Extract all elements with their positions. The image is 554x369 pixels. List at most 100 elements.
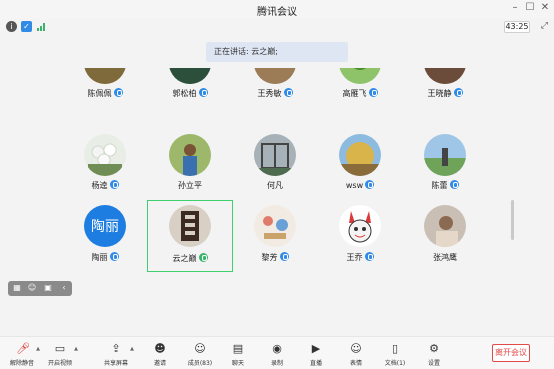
participant-tile[interactable]: 陶丽 陶丽 <box>62 202 148 270</box>
participant-name: 王秀敏 <box>232 88 318 99</box>
live-button[interactable]: ▶ 直播 <box>296 342 336 368</box>
invite-icon: ☻ <box>154 342 166 355</box>
participant-avatar <box>169 205 211 247</box>
record-icon: ◉ <box>272 342 282 355</box>
video-off-icon: ▭ <box>54 342 66 355</box>
mic-active-icon <box>198 253 208 262</box>
mic-icon <box>364 252 374 261</box>
members-icon: ☺ <box>194 342 206 355</box>
share-screen-button[interactable]: ⇪ 共享屏幕 ▲ <box>96 342 136 368</box>
participant-name: 黎芳 <box>232 252 318 263</box>
invite-button[interactable]: ☻ 邀请 <box>140 342 180 368</box>
mic-icon <box>365 180 375 189</box>
window-title: 腾讯会议 <box>257 7 297 18</box>
document-icon: ▯ <box>391 342 399 355</box>
mic-icon <box>453 88 463 97</box>
participant-name: 陶丽 <box>62 252 148 263</box>
emoji-icon: ☺ <box>350 342 362 355</box>
members-button[interactable]: ☺ 成员(83) <box>180 342 220 368</box>
grid-view-icon[interactable]: ▦ <box>11 283 23 292</box>
screen-share-icon: ⇪ <box>111 342 121 355</box>
participant-avatar <box>254 68 296 84</box>
participant-avatar <box>169 134 211 176</box>
speaking-indicator: 正在讲话: 云之巅; <box>206 42 348 62</box>
title-bar: 腾讯会议 – ☐ ✕ <box>0 0 554 19</box>
info-icon[interactable]: i <box>6 21 17 32</box>
participant-grid: 陈佩佩 郭松柏 王秀敏 高雁飞 王晓静 杨逵 孙立平 何凡 wsw 陈蕾 陶丽 … <box>0 68 554 336</box>
participant-name: 王乔 <box>317 252 403 263</box>
participant-name: 云之巅 <box>148 253 232 264</box>
unmute-button[interactable]: 🎤︎ 解除静音 ▲ <box>2 342 42 368</box>
participant-avatar <box>254 134 296 176</box>
participant-avatar <box>424 134 466 176</box>
mic-icon <box>109 252 119 261</box>
person-icon[interactable]: ☺ <box>26 283 38 292</box>
participant-name: 张鸿鹰 <box>433 253 457 262</box>
participant-avatar <box>169 68 211 84</box>
minimize-icon[interactable]: – <box>509 2 521 13</box>
participant-tile-active-speaker[interactable]: 云之巅 <box>147 200 233 272</box>
chevron-down-icon[interactable]: ▲ <box>74 346 78 352</box>
chevron-down-icon[interactable]: ▲ <box>130 346 134 352</box>
signal-icon[interactable] <box>37 22 47 31</box>
participant-tile[interactable]: 陈佩佩 <box>62 68 148 110</box>
start-video-button[interactable]: ▭ 开启视频 ▲ <box>40 342 80 368</box>
view-mini-toolbar: ▦ ☺ ▣ ‹ <box>8 281 72 296</box>
mic-muted-icon: 🎤︎ <box>16 342 30 355</box>
record-button[interactable]: ◉ 录制 <box>257 342 297 368</box>
participant-tile[interactable]: 杨逵 <box>62 132 148 200</box>
participant-avatar <box>424 205 466 247</box>
mic-icon <box>368 88 378 97</box>
participant-name: 郭松柏 <box>147 88 233 99</box>
mic-icon <box>449 180 459 189</box>
participant-avatar <box>339 134 381 176</box>
mic-icon <box>113 88 123 97</box>
participant-tile[interactable]: 王秀敏 <box>232 68 318 110</box>
participant-avatar <box>254 205 296 247</box>
live-icon: ▶ <box>311 342 321 355</box>
close-icon[interactable]: ✕ <box>539 2 551 13</box>
participant-name: wsw <box>317 180 403 190</box>
participant-avatar <box>424 68 466 84</box>
participant-tile[interactable]: 何凡 <box>232 132 318 200</box>
mic-icon <box>283 88 293 97</box>
chat-icon: ▤ <box>232 342 244 355</box>
meeting-timer: 43:25 <box>504 21 530 33</box>
participant-name: 陈佩佩 <box>62 88 148 99</box>
meeting-toolbar: 🎤︎ 解除静音 ▲ ▭ 开启视频 ▲ ⇪ 共享屏幕 ▲ ☻ 邀请 ☺ 成员(83… <box>0 336 554 369</box>
settings-button[interactable]: ⚙ 设置 <box>414 342 454 368</box>
emoji-button[interactable]: ☺ 表情 <box>336 342 376 368</box>
leave-meeting-button[interactable]: 离开会议 <box>492 344 530 362</box>
participant-name: 杨逵 <box>62 180 148 191</box>
participant-tile[interactable]: 张鸿鹰 <box>402 202 488 270</box>
participant-tile[interactable]: 王晓静 <box>402 68 488 110</box>
participant-tile[interactable]: 陈蕾 <box>402 132 488 200</box>
participant-tile[interactable]: 高雁飞 <box>317 68 403 110</box>
participant-avatar <box>84 68 126 84</box>
mic-icon <box>279 252 289 261</box>
participant-avatar <box>84 134 126 176</box>
participant-avatar: 陶丽 <box>84 205 126 247</box>
shield-icon[interactable]: ✓ <box>21 21 32 32</box>
participant-name: 何凡 <box>267 181 283 190</box>
participant-tile[interactable]: 郭松柏 <box>147 68 233 110</box>
meeting-info-bar: i ✓ 43:25 ⤢ <box>0 19 554 35</box>
fullscreen-icon[interactable]: ⤢ <box>541 21 548 31</box>
gallery-icon[interactable]: ▣ <box>42 283 54 292</box>
documents-button[interactable]: ▯ 文档(1) <box>375 342 415 368</box>
participant-name: 高雁飞 <box>317 88 403 99</box>
participant-name: 王晓静 <box>402 88 488 99</box>
participant-avatar <box>339 68 381 84</box>
participant-tile[interactable]: 王乔 <box>317 202 403 270</box>
settings-icon: ⚙ <box>429 342 439 355</box>
grid-scrollbar[interactable] <box>511 200 514 240</box>
chat-button[interactable]: ▤ 聊天 <box>218 342 258 368</box>
participant-tile[interactable]: 孙立平 <box>147 132 233 200</box>
participant-name: 陈蕾 <box>402 180 488 191</box>
participant-tile[interactable]: 黎芳 <box>232 202 318 270</box>
participant-tile[interactable]: wsw <box>317 132 403 200</box>
mic-icon <box>198 88 208 97</box>
maximize-icon[interactable]: ☐ <box>524 2 536 13</box>
collapse-icon[interactable]: ‹ <box>58 283 70 292</box>
mic-icon <box>109 180 119 189</box>
